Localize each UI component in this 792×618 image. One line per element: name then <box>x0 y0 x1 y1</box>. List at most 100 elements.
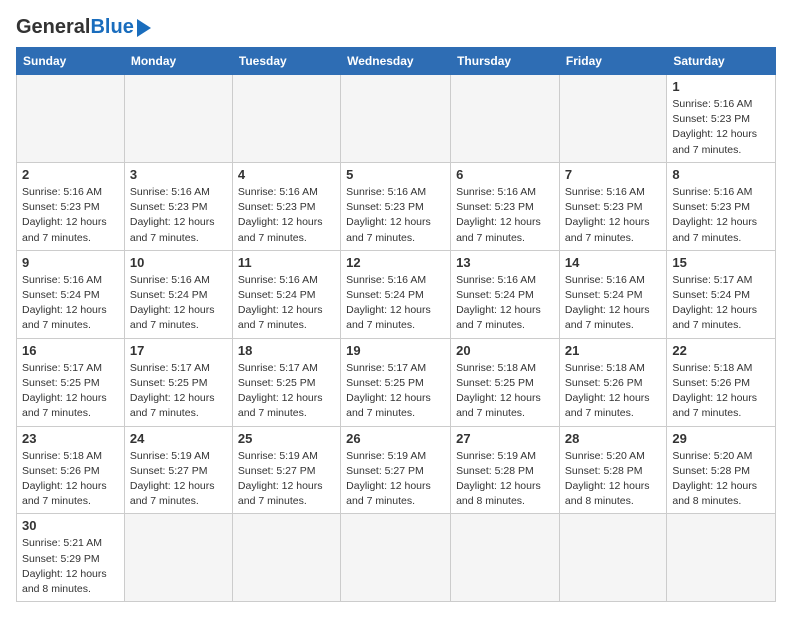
calendar-cell: 11Sunrise: 5:16 AMSunset: 5:24 PMDayligh… <box>232 250 340 338</box>
calendar-cell <box>451 75 560 163</box>
day-info: Sunrise: 5:17 AMSunset: 5:25 PMDaylight:… <box>22 361 119 422</box>
calendar-cell: 3 Sunrise: 5:16 AMSunset: 5:23 PMDaylight… <box>124 162 232 250</box>
calendar-cell: 10Sunrise: 5:16 AMSunset: 5:24 PMDayligh… <box>124 250 232 338</box>
calendar-cell: 15Sunrise: 5:17 AMSunset: 5:24 PMDayligh… <box>667 250 776 338</box>
day-number: 13 <box>456 255 554 270</box>
calendar-cell: 9Sunrise: 5:16 AMSunset: 5:24 PMDaylight… <box>17 250 125 338</box>
logo: General Blue <box>16 16 151 39</box>
calendar-week-row: 1 Sunrise: 5:16 AMSunset: 5:23 PMDaylight… <box>17 75 776 163</box>
calendar-cell: 13 Sunrise: 5:16 AMSunset: 5:24 PMDayligh… <box>451 250 560 338</box>
calendar-cell: 12Sunrise: 5:16 AMSunset: 5:24 PMDayligh… <box>341 250 451 338</box>
day-of-week-monday: Monday <box>124 48 232 75</box>
calendar-cell <box>341 514 451 602</box>
calendar-cell: 28 Sunrise: 5:20 AMSunset: 5:28 PMDayligh… <box>559 426 666 514</box>
calendar-week-row: 30 Sunrise: 5:21 AMSunset: 5:29 PMDayligh… <box>17 514 776 602</box>
calendar-cell: 1 Sunrise: 5:16 AMSunset: 5:23 PMDaylight… <box>667 75 776 163</box>
day-info: Sunrise: 5:16 AMSunset: 5:23 PMDaylight:… <box>238 185 335 246</box>
day-info: Sunrise: 5:19 AMSunset: 5:27 PMDaylight:… <box>238 449 335 510</box>
calendar-cell: 6Sunrise: 5:16 AMSunset: 5:23 PMDaylight… <box>451 162 560 250</box>
calendar-cell: 2 Sunrise: 5:16 AMSunset: 5:23 PMDaylight… <box>17 162 125 250</box>
day-number: 2 <box>22 167 119 182</box>
calendar-cell: 7 Sunrise: 5:16 AMSunset: 5:23 PMDaylight… <box>559 162 666 250</box>
day-info: Sunrise: 5:19 AMSunset: 5:28 PMDaylight:… <box>456 449 554 510</box>
day-of-week-saturday: Saturday <box>667 48 776 75</box>
day-info: Sunrise: 5:16 AMSunset: 5:23 PMDaylight:… <box>346 185 445 246</box>
day-info: Sunrise: 5:18 AMSunset: 5:26 PMDaylight:… <box>672 361 770 422</box>
calendar-cell: 26 Sunrise: 5:19 AMSunset: 5:27 PMDayligh… <box>341 426 451 514</box>
day-number: 18 <box>238 343 335 358</box>
day-number: 30 <box>22 518 119 533</box>
day-of-week-sunday: Sunday <box>17 48 125 75</box>
calendar-cell <box>124 514 232 602</box>
calendar-cell: 24 Sunrise: 5:19 AMSunset: 5:27 PMDayligh… <box>124 426 232 514</box>
day-number: 24 <box>130 431 227 446</box>
day-of-week-friday: Friday <box>559 48 666 75</box>
day-number: 14 <box>565 255 661 270</box>
calendar-cell: 5Sunrise: 5:16 AMSunset: 5:23 PMDaylight… <box>341 162 451 250</box>
day-number: 16 <box>22 343 119 358</box>
day-number: 21 <box>565 343 661 358</box>
day-number: 7 <box>565 167 661 182</box>
calendar-cell: 23Sunrise: 5:18 AMSunset: 5:26 PMDayligh… <box>17 426 125 514</box>
logo-general: General <box>16 16 90 39</box>
calendar-week-row: 23Sunrise: 5:18 AMSunset: 5:26 PMDayligh… <box>17 426 776 514</box>
day-number: 25 <box>238 431 335 446</box>
day-number: 9 <box>22 255 119 270</box>
day-info: Sunrise: 5:16 AMSunset: 5:23 PMDaylight:… <box>456 185 554 246</box>
day-number: 1 <box>672 79 770 94</box>
calendar-cell <box>232 514 340 602</box>
day-info: Sunrise: 5:20 AMSunset: 5:28 PMDaylight:… <box>565 449 661 510</box>
day-number: 27 <box>456 431 554 446</box>
day-number: 12 <box>346 255 445 270</box>
day-of-week-wednesday: Wednesday <box>341 48 451 75</box>
day-info: Sunrise: 5:21 AMSunset: 5:29 PMDaylight:… <box>22 536 119 597</box>
day-info: Sunrise: 5:16 AMSunset: 5:23 PMDaylight:… <box>130 185 227 246</box>
calendar-header-row: SundayMondayTuesdayWednesdayThursdayFrid… <box>17 48 776 75</box>
day-number: 20 <box>456 343 554 358</box>
calendar-cell: 27 Sunrise: 5:19 AMSunset: 5:28 PMDayligh… <box>451 426 560 514</box>
day-info: Sunrise: 5:18 AMSunset: 5:26 PMDaylight:… <box>565 361 661 422</box>
day-number: 17 <box>130 343 227 358</box>
calendar-cell: 16 Sunrise: 5:17 AMSunset: 5:25 PMDayligh… <box>17 338 125 426</box>
calendar-cell <box>559 75 666 163</box>
day-info: Sunrise: 5:16 AMSunset: 5:23 PMDaylight:… <box>565 185 661 246</box>
day-number: 28 <box>565 431 661 446</box>
calendar-cell: 20 Sunrise: 5:18 AMSunset: 5:25 PMDayligh… <box>451 338 560 426</box>
calendar-cell <box>232 75 340 163</box>
calendar-cell <box>17 75 125 163</box>
calendar-week-row: 9 Sunrise: 5:16 AMSunset: 5:24 PMDaylight… <box>17 250 776 338</box>
day-info: Sunrise: 5:18 AMSunset: 5:25 PMDaylight:… <box>456 361 554 422</box>
calendar-week-row: 2 Sunrise: 5:16 AMSunset: 5:23 PMDaylight… <box>17 162 776 250</box>
day-number: 3 <box>130 167 227 182</box>
day-of-week-thursday: Thursday <box>451 48 560 75</box>
day-info: Sunrise: 5:16 AMSunset: 5:23 PMDaylight:… <box>672 97 770 158</box>
day-number: 11 <box>238 255 335 270</box>
day-number: 19 <box>346 343 445 358</box>
calendar: SundayMondayTuesdayWednesdayThursdayFrid… <box>16 47 776 602</box>
day-number: 26 <box>346 431 445 446</box>
day-info: Sunrise: 5:20 AMSunset: 5:28 PMDaylight:… <box>672 449 770 510</box>
header: General Blue <box>16 16 776 39</box>
day-info: Sunrise: 5:19 AMSunset: 5:27 PMDaylight:… <box>346 449 445 510</box>
day-info: Sunrise: 5:16 AMSunset: 5:24 PMDaylight:… <box>456 273 554 334</box>
logo-triangle-icon <box>137 19 151 37</box>
calendar-cell: 14Sunrise: 5:16 AMSunset: 5:24 PMDayligh… <box>559 250 666 338</box>
day-info: Sunrise: 5:19 AMSunset: 5:27 PMDaylight:… <box>130 449 227 510</box>
logo-text: General Blue <box>16 16 151 39</box>
calendar-cell <box>451 514 560 602</box>
day-info: Sunrise: 5:16 AMSunset: 5:23 PMDaylight:… <box>672 185 770 246</box>
calendar-cell: 4 Sunrise: 5:16 AMSunset: 5:23 PMDaylight… <box>232 162 340 250</box>
logo-blue: Blue <box>90 16 133 39</box>
calendar-cell: 19 Sunrise: 5:17 AMSunset: 5:25 PMDayligh… <box>341 338 451 426</box>
day-info: Sunrise: 5:17 AMSunset: 5:25 PMDaylight:… <box>346 361 445 422</box>
calendar-cell: 29Sunrise: 5:20 AMSunset: 5:28 PMDayligh… <box>667 426 776 514</box>
calendar-cell: 8Sunrise: 5:16 AMSunset: 5:23 PMDaylight… <box>667 162 776 250</box>
day-number: 4 <box>238 167 335 182</box>
day-number: 22 <box>672 343 770 358</box>
day-number: 23 <box>22 431 119 446</box>
day-of-week-tuesday: Tuesday <box>232 48 340 75</box>
calendar-cell: 17Sunrise: 5:17 AMSunset: 5:25 PMDayligh… <box>124 338 232 426</box>
calendar-cell <box>341 75 451 163</box>
calendar-week-row: 16 Sunrise: 5:17 AMSunset: 5:25 PMDayligh… <box>17 338 776 426</box>
day-info: Sunrise: 5:16 AMSunset: 5:23 PMDaylight:… <box>22 185 119 246</box>
